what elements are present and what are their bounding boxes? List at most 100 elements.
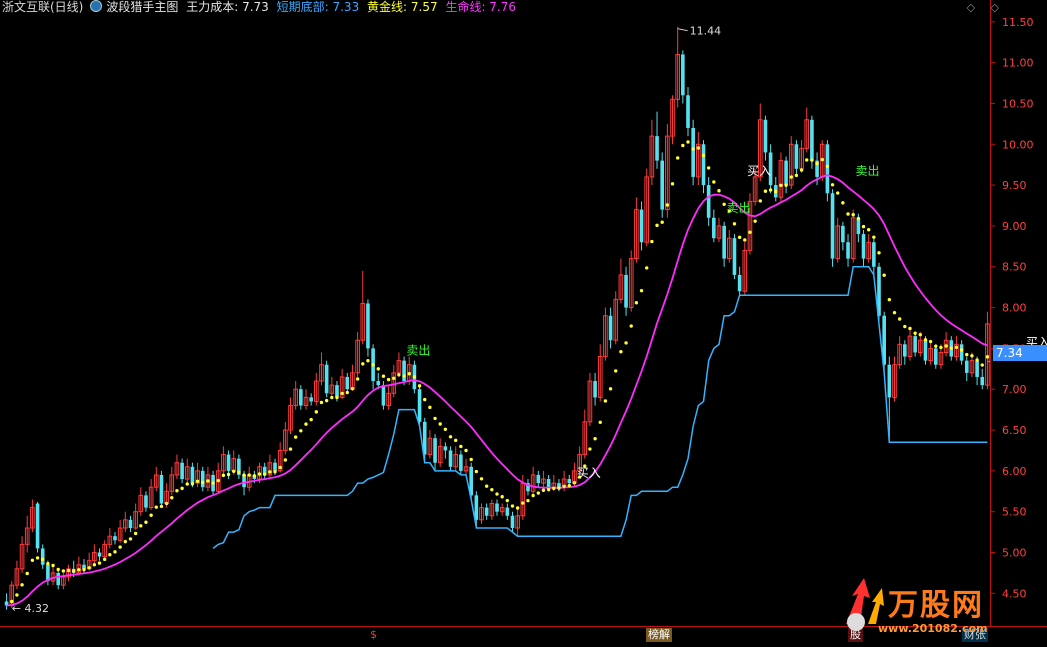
- diamond-icon[interactable]: ◇: [991, 1, 999, 14]
- gold-line-dot: [190, 482, 195, 486]
- gold-line-dot: [882, 273, 886, 277]
- gold-line-dot: [825, 164, 830, 169]
- gold-line-dot: [691, 147, 695, 151]
- gold-line-dot: [975, 358, 979, 362]
- gold-line-dot: [526, 498, 530, 503]
- y-tick-label: 8.50: [1002, 261, 1027, 274]
- candle-body: [722, 225, 726, 259]
- candle-body: [923, 340, 928, 361]
- gold-line-dot: [980, 363, 984, 367]
- candle-body: [691, 127, 695, 177]
- gold-line-dot: [66, 568, 71, 573]
- gold-line-dot: [423, 397, 427, 402]
- event-tag-s[interactable]: $: [368, 628, 379, 642]
- gold-line-dot: [758, 199, 762, 203]
- candle-body: [433, 438, 437, 463]
- gold-line-dot: [737, 235, 742, 240]
- candle-body: [226, 454, 231, 471]
- gold-line-dot: [815, 161, 819, 166]
- gold-line-dot: [25, 571, 29, 576]
- gold-line-dot: [299, 429, 303, 433]
- candle-body: [841, 225, 845, 243]
- candle-body: [830, 193, 835, 259]
- gold-line-dot: [681, 143, 685, 148]
- gold-line-dot: [970, 354, 974, 358]
- gold-line-dot: [712, 180, 716, 184]
- candle-body: [495, 503, 499, 512]
- y-tick-label: 10.00: [1002, 138, 1034, 151]
- gold-line-dot: [35, 556, 40, 560]
- life-line-label: 生命线: 7.76: [445, 0, 517, 14]
- stock-title[interactable]: 浙文互联(日线): [2, 0, 83, 14]
- gold-line-dot: [201, 480, 205, 485]
- gold-line-dot: [407, 372, 411, 376]
- candle-body: [474, 495, 479, 520]
- gold-line-dot: [696, 146, 701, 150]
- gold-line-dot: [288, 447, 293, 451]
- gold-line-dot: [639, 288, 644, 293]
- brand-url: www.201082.com: [878, 622, 988, 635]
- event-tag-bang[interactable]: 榜解: [646, 628, 672, 642]
- y-tick-label: 10.50: [1002, 97, 1034, 110]
- candle-body: [484, 507, 489, 516]
- gold-line-dot: [706, 166, 711, 170]
- gold-line-dot: [469, 457, 473, 462]
- candle-body: [366, 303, 370, 349]
- gold-line-dot: [268, 470, 272, 474]
- candle-body: [887, 364, 892, 398]
- gold-line-dot: [56, 567, 60, 572]
- candle-body: [593, 381, 597, 398]
- gold-line-dot: [675, 156, 680, 160]
- gold-line-dot: [185, 482, 189, 486]
- gold-line-dot: [77, 568, 81, 572]
- diamond-icon[interactable]: ◇: [967, 1, 975, 14]
- gold-line-dot: [293, 435, 298, 439]
- signal-label: 卖出: [856, 164, 880, 178]
- gold-line-dot: [732, 222, 737, 226]
- gold-line-dot: [46, 561, 50, 566]
- gold-line-dot: [629, 324, 633, 328]
- candle-body: [825, 144, 830, 194]
- candle-body: [846, 242, 850, 259]
- gold-line-dot: [572, 480, 577, 485]
- gold-line-dot: [206, 479, 210, 483]
- gold-line-dot: [624, 341, 628, 345]
- candle-body: [345, 376, 350, 390]
- gold-line-dot: [645, 266, 649, 270]
- candle-body: [443, 446, 448, 451]
- gold-line-dot: [92, 563, 97, 567]
- gold-line-dot: [175, 489, 179, 493]
- y-tick-label: 7.00: [1002, 383, 1027, 396]
- gold-line-dot: [619, 350, 623, 354]
- gold-line-dot: [789, 175, 793, 179]
- candle-body: [784, 160, 788, 186]
- signal-label: 卖出: [406, 344, 430, 358]
- gold-line-dot: [164, 501, 169, 506]
- gold-line-dot: [686, 140, 690, 144]
- gear-icon[interactable]: [90, 0, 103, 12]
- gold-line-dot: [484, 484, 489, 488]
- gold-line-dot: [428, 405, 432, 410]
- gold-line-dot: [118, 545, 122, 549]
- candlestick-chart[interactable]: 4.505.005.506.006.507.007.508.008.509.00…: [0, 0, 1047, 647]
- gold-line-dot: [701, 153, 706, 158]
- gold-line-dot: [216, 478, 220, 483]
- candle-body: [681, 54, 685, 96]
- candle-body: [56, 572, 61, 586]
- candle-body: [655, 136, 659, 161]
- gold-line-dot: [841, 201, 845, 205]
- chart-legend: 浙文互联(日线) 波段猎手主图 王力成本: 7.73 短期底部: 7.33 黄金线…: [2, 0, 520, 15]
- gold-line-dot: [748, 230, 752, 234]
- gold-line-dot: [546, 487, 551, 492]
- gold-line-dot: [30, 558, 35, 563]
- gold-line-dot: [650, 239, 654, 244]
- gold-line-dot: [665, 203, 670, 207]
- indicator-name[interactable]: 波段猎手主图: [106, 0, 178, 14]
- gold-line-dot: [237, 470, 241, 474]
- candle-body: [159, 474, 164, 504]
- gold-line-dot: [608, 387, 613, 391]
- candle-body: [959, 344, 964, 361]
- gold-line-dot: [598, 420, 602, 424]
- gold-line-dot: [392, 376, 396, 380]
- gold-line-dot: [474, 469, 479, 474]
